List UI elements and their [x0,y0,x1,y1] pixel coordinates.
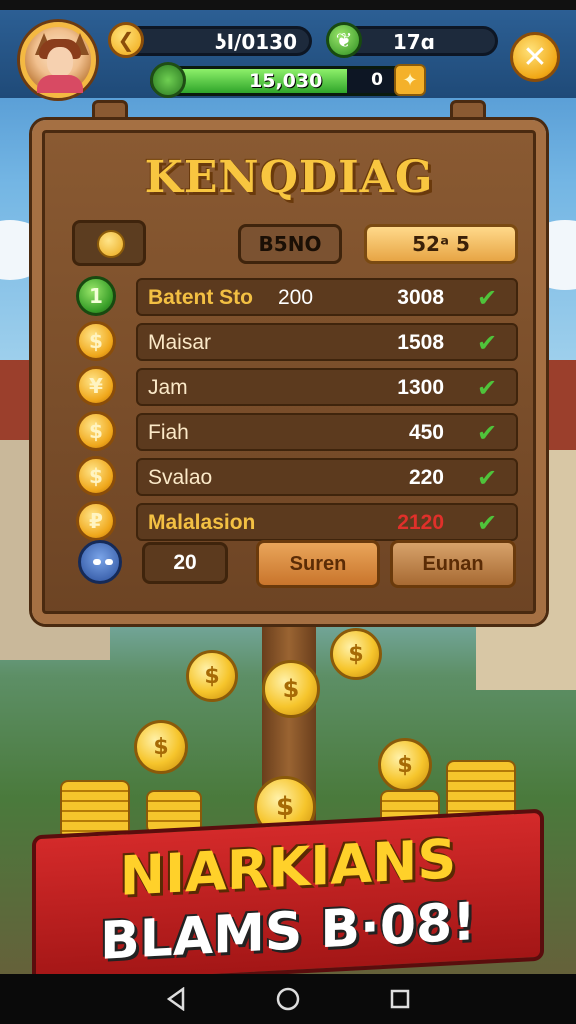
recents-icon[interactable] [385,984,415,1014]
row-name: Svalao [148,466,213,489]
check-icon[interactable]: ✔ [474,285,500,311]
check-icon[interactable]: ✔ [474,330,500,356]
home-icon[interactable] [273,984,303,1014]
leaderboard-row[interactable]: Batent Sto 200 3008 ✔ [136,278,518,316]
count-display: 20 [142,542,228,584]
row-coin-icon: 1 [76,276,116,316]
status-bar [0,0,576,10]
player-avatar[interactable] [20,22,96,98]
eunan-button[interactable]: Eunan [390,540,516,588]
xp-bar: 15,030 0 [150,66,426,96]
check-icon[interactable]: ✔ [474,465,500,491]
gold-coin-icon: $ [186,650,238,702]
ninja-eye [93,559,101,565]
board-title: KENQDIAG [144,152,434,203]
check-icon[interactable]: ✔ [474,375,500,401]
leaderboard-board: KENQDIAG B5NO 52ᵃ 5 1 Batent Sto 200 3008 ✔ $… [32,120,546,624]
row-name: Fiah [148,421,189,444]
row-coin-icon: $ [76,456,116,496]
row-value: 3008 [397,286,444,309]
avatar-shirt [37,75,83,93]
xp-secondary-value: 0 [371,70,383,90]
gold-coin-icon: $ [378,738,432,792]
close-icon: ✕ [522,39,548,75]
xp-character-icon [150,62,186,98]
chat-bubble-icon [97,230,125,258]
row-name: Malalasion [148,511,256,534]
tab-gold[interactable]: 52ᵃ 5 [364,224,518,264]
tab-dark[interactable]: B5NO [238,224,342,264]
row-coin-icon: ₽ [76,501,116,541]
row-coin-icon: ¥ [76,366,116,406]
star-icon[interactable]: ✦ [394,64,426,96]
back-arrow-icon[interactable]: ❮ [108,22,144,58]
suren-button[interactable]: Suren [256,540,380,588]
leaderboard-row[interactable]: Fiah 450 ✔ [136,413,518,451]
row-value: 450 [408,421,444,444]
gold-coin-icon: $ [262,660,320,718]
coins-value: ʖI/0130 [215,30,297,54]
row-value: 220 [408,466,444,489]
check-icon[interactable]: ✔ [474,420,500,446]
gold-coin-icon: $ [134,720,188,774]
back-icon[interactable] [161,984,191,1014]
leaderboard-row[interactable]: Jam 1300 ✔ [136,368,518,406]
row-name: Maisar [148,331,212,354]
leaf-icon: ❦ [326,22,362,58]
row-name: Jam [148,376,188,399]
row-name: Batent Sto [148,286,253,309]
ninja-eye [105,559,113,565]
game-scene: ʖI/0130 ❮ 17ɑ ❦ ✕ 15,030 0 ✦ KENQDIAG B5… [0,0,576,1024]
row-value: 1508 [397,331,444,354]
chat-button[interactable] [72,220,146,266]
ninja-avatar-icon [78,540,122,584]
row-value: 2120 [397,511,444,534]
xp-value: 15,030 [249,70,323,92]
check-icon[interactable]: ✔ [474,510,500,536]
row-sub-value: 200 [278,286,314,309]
gems-value: 17ɑ [392,30,435,54]
leaderboard-row[interactable]: Maisar 1508 ✔ [136,323,518,361]
coins-counter: ʖI/0130 [116,26,312,56]
row-value: 1300 [397,376,444,399]
avatar-face [47,47,73,77]
gold-coin-icon: $ [330,628,382,680]
leaderboard-row[interactable]: Malalasion 2120 ✔ [136,503,518,541]
row-coin-icon: $ [76,411,116,451]
close-button[interactable]: ✕ [510,32,560,82]
promo-banner: NIARKIANS BLAMS B·08! [32,808,544,988]
row-coin-icon: $ [76,321,116,361]
system-nav-bar [0,974,576,1024]
leaderboard-row[interactable]: Svalao 220 ✔ [136,458,518,496]
